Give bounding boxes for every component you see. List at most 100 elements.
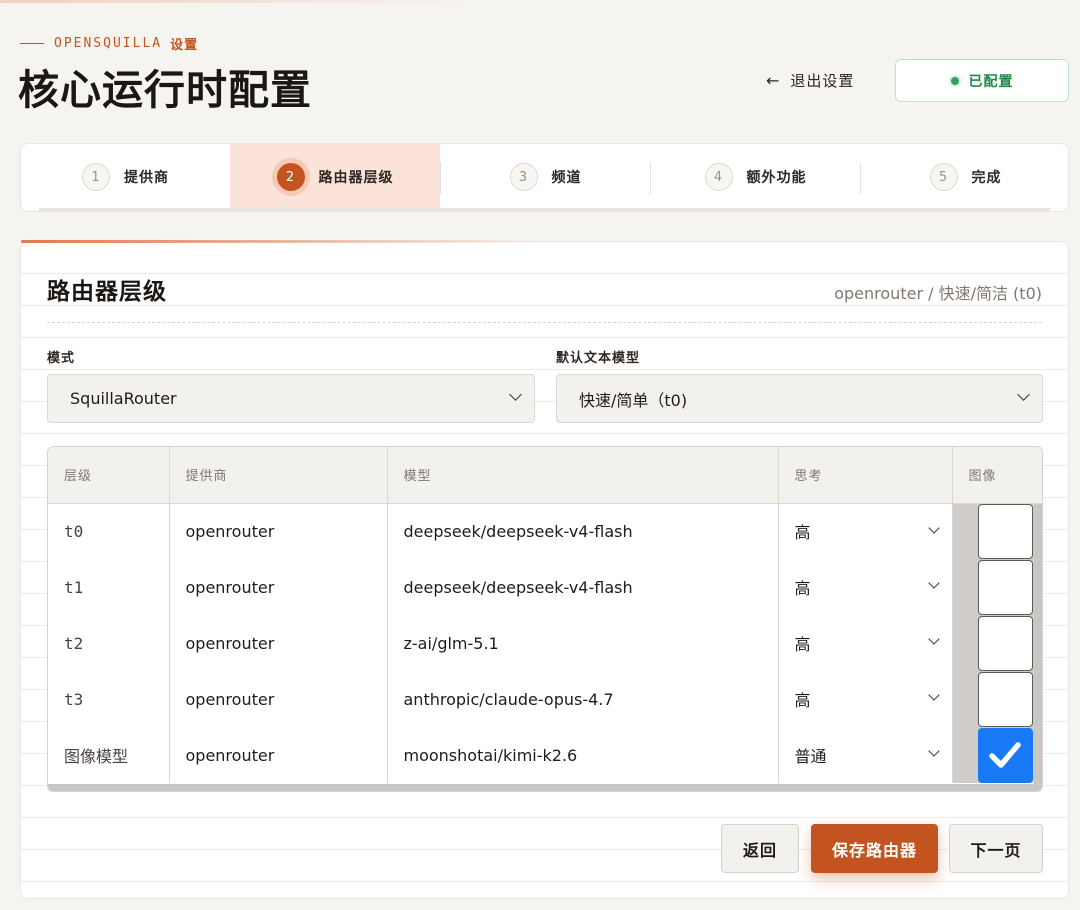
image-cell	[952, 727, 1042, 783]
chevron-down-icon	[509, 388, 522, 401]
provider-cell: openrouter	[169, 615, 388, 671]
chevron-down-icon	[927, 745, 940, 757]
table-row: t3 openrouter anthropic/claude-opus-4.7 …	[48, 671, 1042, 727]
model-cell: anthropic/claude-opus-4.7	[387, 671, 779, 727]
table-vertical-scrollbar[interactable]	[1034, 505, 1042, 785]
step-label: 路由器层级	[318, 170, 394, 186]
provider-cell: openrouter	[169, 727, 388, 783]
image-checkbox[interactable]	[977, 503, 1033, 559]
status-badge: 已配置	[895, 59, 1069, 102]
thinking-value: 高	[794, 523, 811, 543]
column-header-model: 模型	[387, 447, 779, 504]
table-row: t2 openrouter z-ai/glm-5.1 高	[48, 615, 1042, 671]
table-row: t0 openrouter deepseek/deepseek-v4-flash…	[48, 503, 1042, 559]
model-cell: deepseek/deepseek-v4-flash	[387, 559, 779, 615]
image-cell	[952, 503, 1042, 559]
card-title: 路由器层级	[47, 279, 167, 305]
step-providers[interactable]: 1 提供商	[21, 144, 230, 210]
image-cell	[952, 671, 1042, 727]
table-horizontal-scrollbar[interactable]	[48, 784, 1042, 791]
column-header-provider: 提供商	[169, 447, 388, 504]
checkmark-icon	[989, 742, 1021, 768]
step-label: 频道	[551, 170, 582, 186]
image-cell	[952, 615, 1042, 671]
stepper-progress-track	[39, 208, 1050, 211]
exit-settings-label: 退出设置	[790, 72, 855, 90]
default-model-select-value: 快速/简单（t0)	[579, 390, 688, 410]
image-checkbox[interactable]	[977, 559, 1033, 615]
chevron-down-icon	[927, 577, 940, 589]
chevron-down-icon	[927, 633, 940, 645]
image-checkbox[interactable]	[977, 727, 1033, 783]
save-router-button[interactable]: 保存路由器	[811, 824, 938, 873]
image-checkbox[interactable]	[977, 671, 1033, 727]
thinking-value: 普通	[794, 747, 827, 766]
chevron-down-icon	[927, 521, 940, 534]
tier-cell: t3	[48, 671, 170, 727]
column-header-thinking: 思考	[778, 447, 953, 504]
thinking-select[interactable]: 高	[778, 671, 953, 727]
header-eyebrow: OPENSQUILLA 设置	[20, 34, 198, 53]
step-router-tiers[interactable]: 2 路由器层级	[230, 144, 440, 211]
model-cell: moonshotai/kimi-k2.6	[387, 727, 779, 783]
card-breadcrumb: openrouter / 快速/简洁 (t0)	[834, 284, 1042, 303]
section-name: 设置	[170, 38, 199, 53]
default-model-select[interactable]: 快速/简单（t0)	[556, 374, 1043, 423]
tier-cell: t2	[48, 615, 170, 671]
setup-stepper: 1 提供商 2 路由器层级 3 频道 4 额外功能 5 完成	[20, 143, 1069, 212]
thinking-select[interactable]: 高	[778, 503, 953, 559]
provider-cell: openrouter	[169, 671, 388, 727]
thinking-select[interactable]: 高	[778, 559, 953, 615]
provider-cell: openrouter	[169, 503, 388, 559]
chevron-down-icon	[927, 689, 940, 701]
table-row: t1 openrouter deepseek/deepseek-v4-flash…	[48, 559, 1042, 615]
step-label: 额外功能	[746, 170, 807, 186]
tier-cell: 图像模型	[48, 727, 170, 783]
image-checkbox[interactable]	[977, 615, 1033, 671]
mode-select-value: SquillaRouter	[70, 389, 177, 408]
back-button[interactable]: 返回	[721, 824, 799, 873]
arrow-left-icon: ←	[766, 71, 781, 90]
step-number: 4	[704, 163, 733, 191]
table-row: 图像模型 openrouter moonshotai/kimi-k2.6 普通	[48, 727, 1042, 783]
step-number: 2	[276, 163, 305, 191]
thinking-value: 高	[794, 635, 811, 654]
next-page-button[interactable]: 下一页	[949, 824, 1043, 873]
model-cell: z-ai/glm-5.1	[387, 615, 779, 671]
image-cell	[952, 559, 1042, 615]
step-number: 1	[82, 163, 110, 191]
step-number: 5	[929, 163, 958, 191]
tier-table: 层级 提供商 模型 思考 图像 t0 openrouter deepseek/d…	[47, 446, 1043, 792]
mode-label: 模式	[47, 351, 76, 366]
column-header-image: 图像	[952, 447, 1042, 504]
step-label: 提供商	[124, 170, 169, 186]
dashed-divider	[47, 322, 1042, 323]
card-accent-line	[21, 240, 541, 243]
top-accent-line	[0, 0, 480, 3]
step-extras[interactable]: 4 额外功能	[651, 144, 860, 210]
tier-cell: t1	[48, 559, 170, 615]
mode-select[interactable]: SquillaRouter	[47, 374, 535, 423]
tier-cell: t0	[48, 503, 170, 559]
step-finish[interactable]: 5 完成	[861, 144, 1068, 210]
default-model-label: 默认文本模型	[556, 351, 641, 366]
thinking-select[interactable]: 普通	[778, 727, 953, 783]
provider-cell: openrouter	[169, 559, 388, 615]
model-cell: deepseek/deepseek-v4-flash	[387, 503, 779, 559]
thinking-value: 高	[794, 579, 811, 598]
status-label: 已配置	[968, 73, 1014, 90]
status-dot-icon	[950, 76, 959, 85]
thinking-select[interactable]: 高	[778, 615, 953, 671]
brand-name: OPENSQUILLA	[54, 36, 163, 51]
exit-settings-button[interactable]: ← 退出设置	[766, 70, 854, 91]
column-header-tier: 层级	[48, 447, 170, 504]
step-number: 3	[509, 163, 538, 191]
page-title: 核心运行时配置	[18, 66, 312, 114]
chevron-down-icon	[1017, 388, 1030, 401]
step-label: 完成	[971, 170, 1002, 186]
thinking-value: 高	[794, 691, 811, 710]
eyebrow-dash	[20, 43, 44, 44]
table-header-row: 层级 提供商 模型 思考 图像	[48, 447, 1042, 504]
step-channels[interactable]: 3 频道	[441, 144, 650, 210]
router-tiers-card: 路由器层级 openrouter / 快速/简洁 (t0) 模式 Squilla…	[20, 240, 1069, 899]
